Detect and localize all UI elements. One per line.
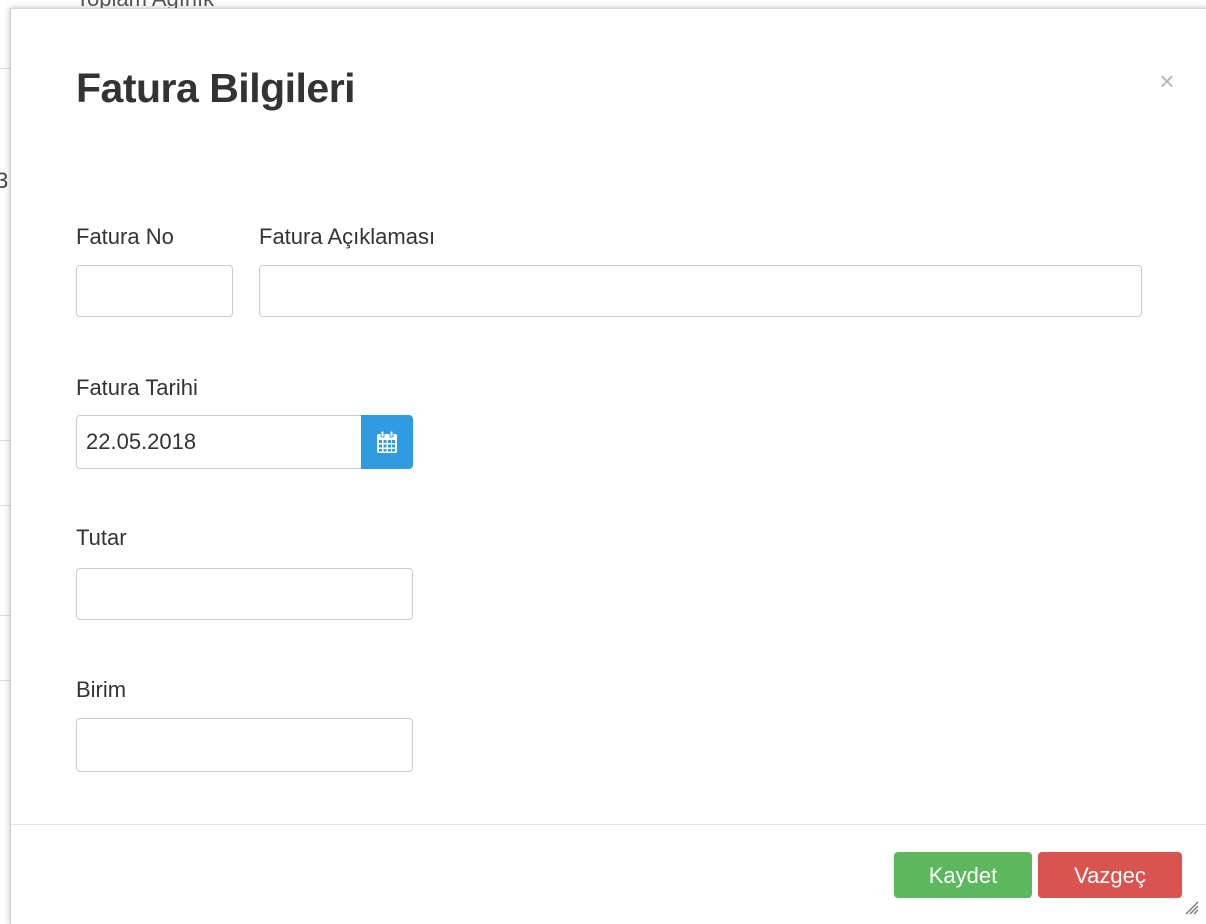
invoice-description-label: Fatura Açıklaması	[259, 224, 436, 249]
invoice-date-label: Fatura Tarihi	[76, 375, 198, 400]
unit-label: Birim	[76, 677, 127, 702]
background-edge-glyph: 3	[0, 168, 9, 193]
background-page-strip: 3	[0, 0, 10, 924]
amount-input[interactable]	[76, 568, 413, 620]
close-icon[interactable]: ×	[1155, 67, 1179, 95]
invoice-date-input[interactable]	[76, 415, 362, 469]
save-button[interactable]: Kaydet	[894, 852, 1032, 898]
background-divider	[0, 615, 10, 616]
unit-input[interactable]	[76, 718, 413, 772]
invoice-modal: Fatura Bilgileri × Fatura No Fatura Açık…	[10, 8, 1206, 924]
background-divider	[0, 440, 10, 441]
calendar-button[interactable]	[361, 415, 413, 469]
invoice-no-label: Fatura No	[76, 224, 174, 249]
invoice-no-input[interactable]	[76, 265, 233, 317]
amount-label: Tutar	[76, 525, 127, 550]
footer-divider	[11, 824, 1206, 825]
invoice-description-input[interactable]	[259, 265, 1142, 317]
background-divider	[0, 68, 10, 69]
calendar-icon	[377, 430, 397, 453]
cancel-button[interactable]: Vazgeç	[1038, 852, 1182, 898]
background-divider	[0, 680, 10, 681]
resize-handle-icon[interactable]	[1183, 899, 1199, 915]
modal-title: Fatura Bilgileri	[76, 65, 356, 111]
background-divider	[0, 505, 10, 506]
page: Toplam Ağırlık 3 Fatura Bilgileri × Fatu…	[0, 0, 1206, 924]
